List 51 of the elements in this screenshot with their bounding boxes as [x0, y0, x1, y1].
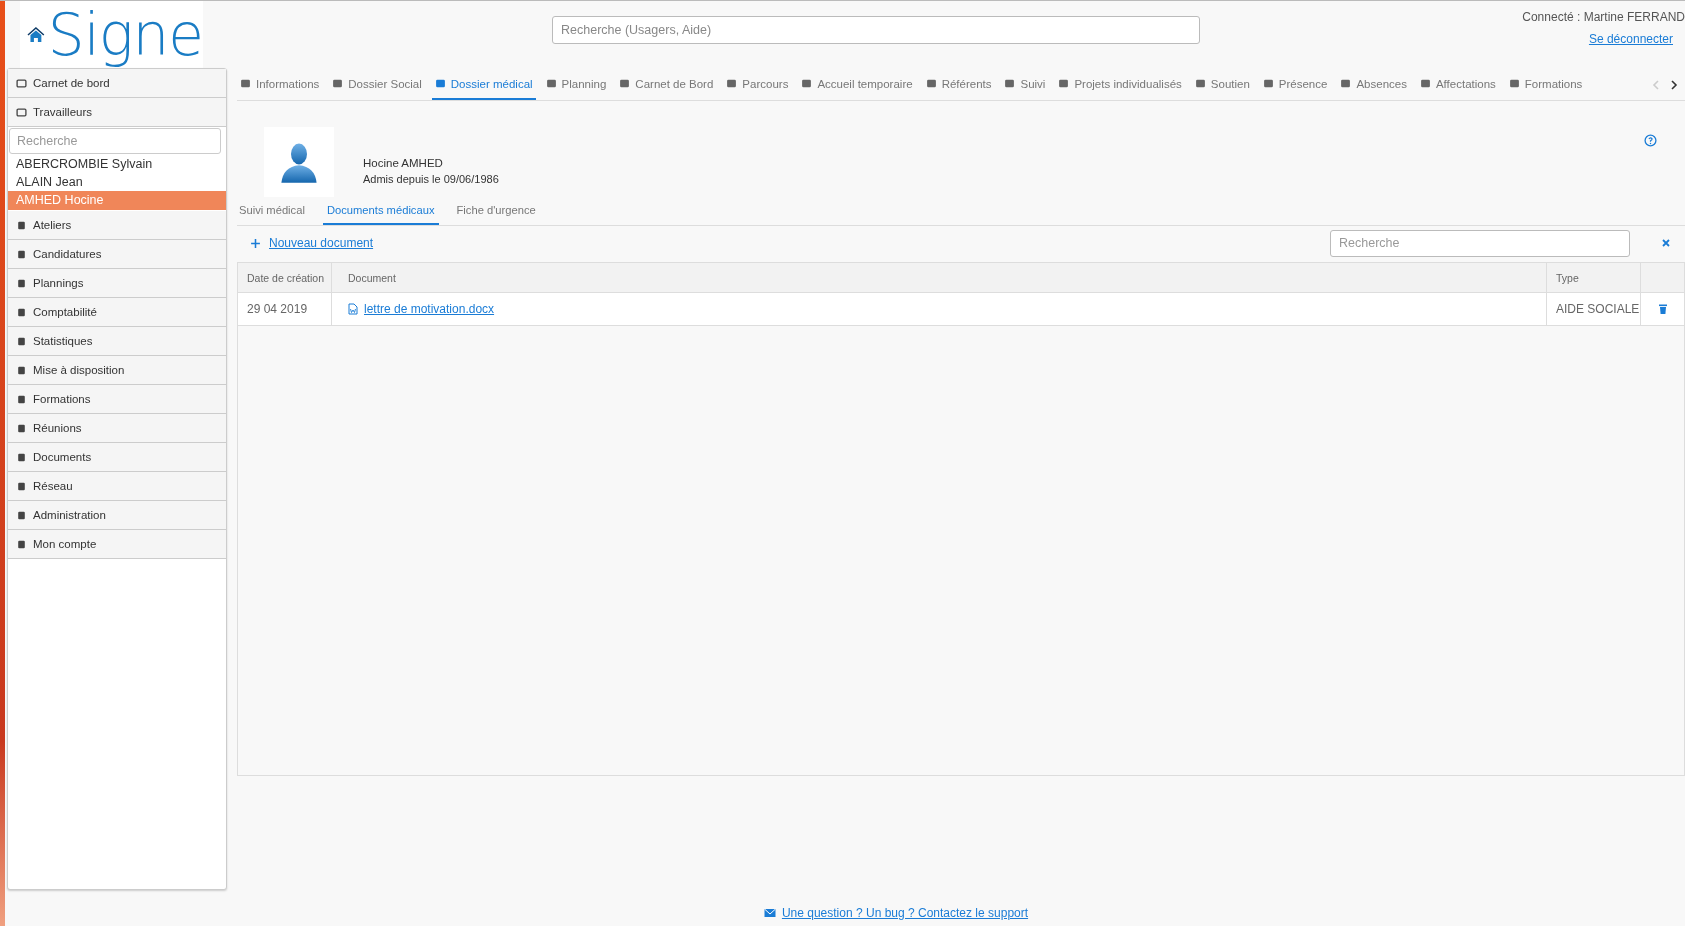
sidebar-item[interactable]: Administration [8, 501, 226, 530]
sidebar-item[interactable]: Ateliers [8, 211, 226, 240]
sidebar-item[interactable]: Comptabilité [8, 298, 226, 327]
sidebar-item[interactable]: Réunions [8, 414, 226, 443]
sidebar-item[interactable]: Formations [8, 385, 226, 414]
person-item[interactable]: AMHED Hocine [8, 191, 226, 210]
new-document-link[interactable]: Nouveau document [269, 236, 374, 250]
tab[interactable]: Documents médicaux [322, 197, 439, 225]
tab[interactable]: Référents [922, 69, 995, 100]
tab[interactable]: Carnet de Bord [616, 69, 717, 100]
logout-link[interactable]: Se déconnecter [1588, 32, 1673, 46]
tab[interactable]: Projets individualisés [1055, 69, 1185, 100]
search-field[interactable]: Recherche [1330, 229, 1630, 257]
tab[interactable]: Absences [1337, 69, 1410, 100]
sidebar-item[interactable]: Candidatures [8, 240, 226, 269]
tab[interactable]: Dossier médical [431, 69, 536, 100]
sidebar-item[interactable]: Plannings [8, 269, 226, 298]
table-cell: 29 04 2019 [238, 293, 332, 325]
tab[interactable]: Accueil temporaire [798, 69, 916, 100]
tab[interactable]: Planning [542, 69, 610, 100]
sidebar-item[interactable]: Mise à disposition [8, 356, 226, 385]
person-item[interactable]: ABERCROMBIE Sylvain [8, 155, 226, 173]
support-link[interactable]: Une question ? Un bug ? Contactez le support [781, 906, 1029, 920]
search-field[interactable]: Recherche [9, 128, 221, 154]
sidebar-item[interactable]: Mon compte [8, 530, 226, 559]
user-label: Connecté : Martine FERRAND [1522, 10, 1685, 24]
sidebar-item[interactable]: Statistiques [8, 327, 226, 356]
sidebar-item[interactable]: Réseau [8, 472, 226, 501]
sidebar-item[interactable]: Documents [8, 443, 226, 472]
tab[interactable]: Informations [237, 69, 323, 100]
tab[interactable]: Formations [1505, 69, 1586, 100]
column-header: Type [1547, 263, 1641, 292]
column-header: Document [332, 263, 1547, 292]
sidebar-item[interactable]: Carnet de bord [8, 69, 226, 98]
tab[interactable]: Fiche d'urgence [454, 197, 538, 225]
sidebar-item[interactable]: Travailleurs [8, 98, 226, 127]
patient-name: Hocine AMHED [363, 157, 444, 169]
tab[interactable]: Parcours [723, 69, 792, 100]
person-item[interactable]: ALAIN Jean [8, 173, 226, 191]
logo: Signe [20, 1, 203, 68]
tab[interactable]: Affectations [1416, 69, 1499, 100]
tab[interactable]: Dossier Social [329, 69, 425, 100]
tab[interactable]: Présence [1259, 69, 1331, 100]
search-field[interactable]: Recherche (Usagers, Aide) [552, 16, 1200, 44]
document-link[interactable]: lettre de motivation.docx [364, 302, 495, 316]
tab[interactable]: Soutien [1191, 69, 1253, 100]
column-header: Date de création [238, 263, 332, 292]
table-cell: AIDE SOCIALE [1547, 293, 1641, 325]
admission-date: Admis depuis le 09/06/1986 [363, 173, 499, 185]
tab[interactable]: Suivi [1001, 69, 1049, 100]
tab[interactable]: Suivi médical [237, 197, 307, 225]
